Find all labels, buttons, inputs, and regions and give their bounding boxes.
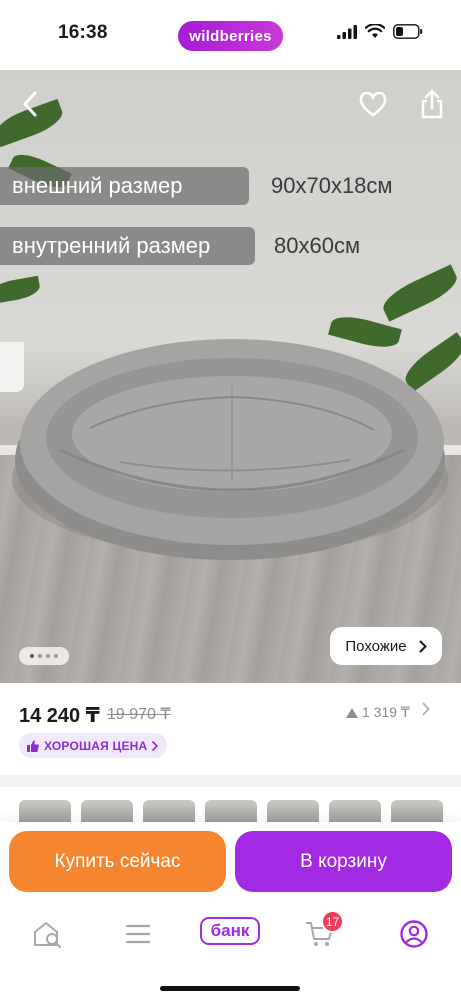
outer-size-value: 90x70x18см [271, 173, 393, 198]
triangle-up-icon [346, 707, 358, 718]
battery-icon [393, 24, 423, 39]
old-price: 19 970 ₸ [107, 706, 171, 723]
thumbs-up-icon [27, 740, 39, 752]
pagination-dot [38, 654, 42, 658]
nav-bank[interactable]: банк [200, 917, 260, 945]
menu-icon [125, 924, 151, 944]
wifi-icon [365, 24, 385, 38]
brand-logo: wildberries [178, 21, 283, 51]
inner-size-value: 80x60см [274, 233, 361, 258]
back-button[interactable] [14, 88, 46, 120]
product-photo[interactable]: внешний размер 90x70x18см внутренний раз… [0, 70, 461, 683]
share-icon [421, 89, 443, 119]
share-button[interactable] [416, 86, 448, 122]
chevron-right-icon [422, 702, 430, 716]
outer-size-label: внешний размер [0, 167, 249, 205]
purchase-actions: Купить сейчас В корзину [0, 822, 461, 902]
chevron-left-icon [23, 91, 37, 117]
add-to-cart-button[interactable]: В корзину [235, 831, 452, 892]
pagination-dot [54, 654, 58, 658]
system-icons [337, 24, 423, 39]
pagination-dot [30, 654, 34, 658]
good-price-badge[interactable]: ХОРОШАЯ ЦЕНА [19, 733, 168, 758]
photo-pagination[interactable] [19, 647, 69, 665]
favorite-button[interactable] [356, 90, 390, 120]
status-bar: 16:38 wildberries [0, 0, 461, 70]
current-price: 14 240 ₸ [19, 705, 100, 727]
bottom-navigation: банк 17 [0, 902, 461, 999]
similar-label: Похожие [345, 637, 407, 655]
bonus-chevron[interactable] [422, 702, 430, 721]
nav-catalog[interactable] [118, 914, 158, 954]
bonus-points[interactable]: 1 319 ₸ [346, 704, 410, 721]
pagination-dot [46, 654, 50, 658]
good-price-label: ХОРОШАЯ ЦЕНА [44, 738, 148, 753]
similar-button[interactable]: Похожие [330, 627, 442, 665]
nav-profile[interactable] [394, 914, 434, 954]
home-search-icon [34, 922, 61, 948]
buy-now-button[interactable]: Купить сейчас [9, 831, 226, 892]
status-time: 16:38 [58, 22, 108, 43]
inner-size-label: внутренний размер [0, 227, 255, 265]
heart-icon [359, 92, 387, 117]
chevron-right-icon [152, 740, 159, 751]
chevron-right-icon [419, 640, 427, 652]
profile-icon [400, 920, 428, 948]
nav-home[interactable] [27, 914, 67, 954]
section-divider [0, 775, 461, 787]
home-indicator [160, 986, 300, 991]
price-card: 14 240 ₸ 19 970 ₸ 1 319 ₸ ХОРОШАЯ ЦЕНА [0, 683, 461, 775]
pet-bed-image [12, 339, 448, 560]
bonus-value: 1 319 ₸ [362, 704, 410, 720]
cart-count-badge: 17 [321, 910, 344, 933]
signal-icon [337, 24, 357, 39]
product-thumbnails[interactable] [0, 787, 461, 830]
